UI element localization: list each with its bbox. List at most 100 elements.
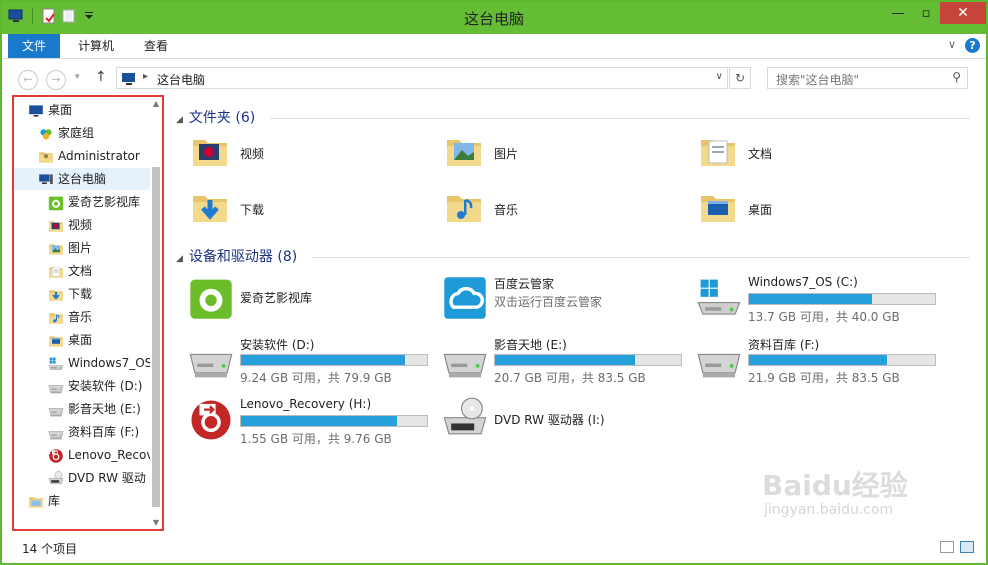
breadcrumb-chevron-icon[interactable]: ▸ (143, 71, 148, 82)
refresh-button[interactable]: ↻ (729, 67, 751, 89)
drive-icon (48, 402, 64, 417)
folder-label: 下载 (240, 203, 265, 217)
sidebar-item-label: 影音天地 (E:) (68, 402, 141, 416)
capacity-bar (748, 354, 936, 366)
sidebar-item-label: 资料百库 (F:) (68, 425, 140, 439)
sidebar-item[interactable]: Administrator (14, 145, 150, 167)
capacity-bar (240, 415, 428, 427)
ribbon-tabs: 文件 计算机 查看 ∨ ? (2, 34, 986, 59)
tab-view[interactable]: 查看 (130, 34, 182, 58)
device-item[interactable]: 影音天地 (E:) 20.7 GB 可用，共 83.5 GB (442, 336, 686, 386)
device-item[interactable]: 资料百库 (F:) 21.9 GB 可用，共 83.5 GB (696, 336, 940, 386)
device-item[interactable]: 安装软件 (D:) 9.24 GB 可用，共 79.9 GB (188, 336, 432, 386)
folder-pictures-icon (444, 131, 482, 173)
title-bar: 这台电脑 — ▫ ✕ (2, 2, 986, 34)
address-dropdown-icon[interactable]: ∨ (716, 71, 723, 82)
device-item[interactable]: 百度云管家 双击运行百度云管家 (442, 275, 686, 325)
device-item[interactable]: 爱奇艺影视库 (188, 275, 432, 325)
sidebar-item[interactable]: 视频 (14, 214, 150, 236)
capacity-bar (494, 354, 682, 366)
sidebar-item[interactable]: 爱奇艺影视库 (14, 191, 150, 213)
back-button[interactable]: ← (18, 70, 38, 90)
sidebar-item[interactable]: 文档 (14, 260, 150, 282)
navigation-pane: 桌面 家庭组 Administrator 这台电脑 爱奇艺影视库 视频 图片 文档 下载 音乐 桌面… (12, 95, 164, 531)
computer-icon (38, 172, 54, 186)
tab-file[interactable]: 文件 (8, 34, 61, 58)
help-icon[interactable]: ? (965, 38, 980, 53)
sidebar-item[interactable]: 影音天地 (E:) (14, 398, 150, 420)
windows-drive-icon (48, 356, 64, 370)
details-view-icon[interactable] (940, 541, 954, 553)
explorer-window: 这台电脑 — ▫ ✕ 文件 计算机 查看 ∨ ? ← → ▾ ↑ ▸ 这台电脑 … (0, 0, 988, 565)
sidebar-item[interactable]: 下载 (14, 283, 150, 305)
folder-downloads-icon (190, 187, 228, 229)
folder-item[interactable]: 下载 (188, 187, 388, 233)
device-item[interactable]: Lenovo_Recovery (H:) 1.55 GB 可用，共 9.76 GB (188, 397, 432, 447)
capacity-text: 1.55 GB 可用，共 9.76 GB (240, 432, 392, 446)
up-button[interactable]: ↑ (95, 69, 107, 85)
window-title: 这台电脑 (463, 10, 524, 28)
nav-scrollbar[interactable]: ▲ ▼ (150, 97, 162, 529)
user-folder-icon (38, 149, 54, 163)
capacity-bar (748, 293, 936, 305)
group-header-folders[interactable]: ◢ 文件夹 (6) (176, 107, 255, 127)
recovery-drive-icon (188, 397, 234, 443)
sidebar-item[interactable]: Windows7_OS (14, 352, 152, 374)
folder-item[interactable]: 文档 (696, 131, 896, 177)
drive-icon (696, 336, 742, 382)
drive-icon (188, 336, 234, 382)
capacity-text: 21.9 GB 可用，共 83.5 GB (748, 371, 900, 385)
sidebar-item[interactable]: 资料百库 (F:) (14, 421, 150, 443)
sidebar-item[interactable]: 这台电脑 (14, 168, 150, 190)
maximize-button[interactable]: ▫ (912, 2, 940, 24)
folder-item[interactable]: 视频 (188, 131, 388, 177)
device-name: 安装软件 (D:) (240, 338, 315, 352)
device-name: Lenovo_Recovery (H:) (240, 397, 372, 411)
search-input[interactable]: 搜索"这台电脑" ⚲ (767, 67, 968, 89)
windows-drive-icon (696, 275, 742, 321)
group-header-devices[interactable]: ◢ 设备和驱动器 (8) (176, 246, 297, 266)
forward-button[interactable]: → (46, 70, 66, 90)
close-button[interactable]: ✕ (940, 2, 986, 24)
sidebar-item[interactable]: 桌面 (14, 99, 150, 121)
item-count: 14 个项目 (22, 542, 78, 556)
folder-videos-icon (48, 218, 64, 232)
desktop-icon (28, 103, 44, 117)
homegroup-icon (38, 126, 54, 140)
sidebar-item-label: 文档 (68, 264, 93, 278)
tab-computer[interactable]: 计算机 (64, 34, 128, 58)
sidebar-item[interactable]: DVD RW 驱动 (14, 467, 150, 489)
sidebar-item[interactable]: 家庭组 (14, 122, 150, 144)
recent-locations-icon[interactable]: ▾ (75, 72, 80, 82)
expand-ribbon-icon[interactable]: ∨ (948, 38, 956, 51)
sidebar-item-label: 视频 (68, 218, 93, 232)
sidebar-item[interactable]: 桌面 (14, 329, 150, 351)
folder-desktop-icon (698, 187, 736, 229)
device-item[interactable]: DVD RW 驱动器 (I:) (442, 397, 686, 447)
search-icon[interactable]: ⚲ (952, 70, 961, 84)
folder-label: 图片 (494, 147, 519, 161)
sidebar-item-label: 下载 (68, 287, 93, 301)
device-item[interactable]: Windows7_OS (C:) 13.7 GB 可用，共 40.0 GB (696, 275, 940, 325)
breadcrumb[interactable]: 这台电脑 (157, 71, 205, 88)
sidebar-item-label: 桌面 (68, 333, 93, 347)
sidebar-item[interactable]: 图片 (14, 237, 150, 259)
folder-downloads-icon (48, 287, 64, 301)
status-bar: 14 个项目 (2, 535, 986, 563)
drive-icon (48, 379, 64, 394)
folder-item[interactable]: 音乐 (442, 187, 642, 233)
baidu-watermark-url: jingyan.baidu.com (764, 502, 894, 518)
sidebar-item[interactable]: Lenovo_Recovery (14, 444, 162, 466)
minimize-button[interactable]: — (884, 2, 912, 24)
folder-item[interactable]: 桌面 (696, 187, 896, 233)
large-icons-view-icon[interactable] (960, 541, 974, 553)
address-bar[interactable]: ▸ 这台电脑 ∨ (116, 67, 728, 89)
sidebar-item[interactable]: 库 (14, 490, 150, 512)
folder-label: 视频 (240, 147, 265, 161)
sidebar-item[interactable]: 音乐 (14, 306, 150, 328)
folder-item[interactable]: 图片 (442, 131, 642, 177)
dvd-drive-icon (442, 397, 488, 443)
capacity-text: 20.7 GB 可用，共 83.5 GB (494, 371, 646, 385)
capacity-text: 9.24 GB 可用，共 79.9 GB (240, 371, 392, 385)
sidebar-item[interactable]: 安装软件 (D:) (14, 375, 150, 397)
